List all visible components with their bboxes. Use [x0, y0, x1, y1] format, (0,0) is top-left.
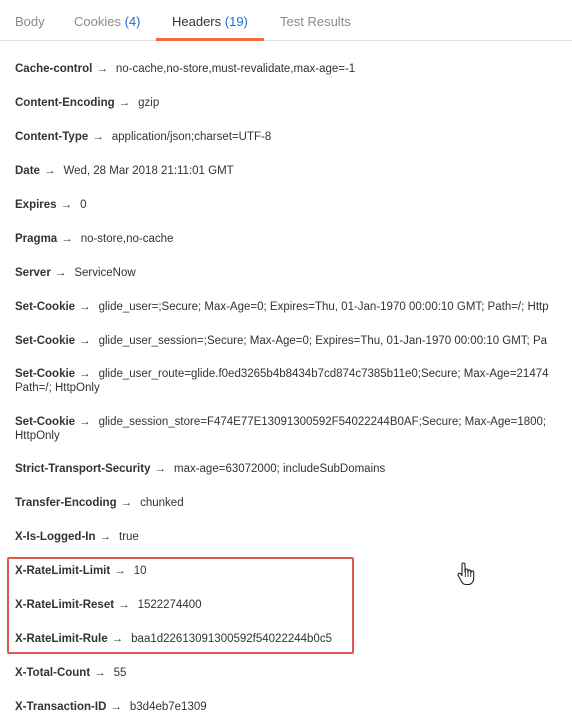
arrow-icon: → [154, 463, 166, 475]
arrow-icon: → [92, 131, 104, 143]
header-key: Expires [15, 199, 57, 211]
hand-pointer-icon [456, 562, 476, 586]
header-value-continued: HttpOnly [15, 430, 60, 442]
header-key: X-Total-Count [15, 667, 91, 679]
header-row: Date → Wed, 28 Mar 2018 21:11:01 GMT [15, 164, 572, 178]
header-value: 0 [80, 199, 87, 211]
tab-label: Body [15, 14, 45, 29]
response-tab-bar: Body Cookies (4) Headers (19) Test Resul… [0, 0, 572, 41]
arrow-icon: → [110, 701, 122, 713]
header-value: 55 [113, 667, 127, 679]
header-value: glide_user_session=;Secure; Max-Age=0; E… [98, 335, 548, 347]
header-value: glide_user=;Secure; Max-Age=0; Expires=T… [98, 301, 549, 313]
header-key: Server [15, 267, 51, 279]
header-key: Transfer-Encoding [15, 497, 117, 509]
header-row: Set-Cookie → glide_user_route=glide.f0ed32… [15, 367, 572, 395]
header-key: Pragma [15, 233, 58, 245]
header-key: Strict-Transport-Security [15, 463, 151, 475]
header-key: X-Is-Logged-In [15, 531, 96, 543]
header-key: Date [15, 165, 40, 177]
arrow-icon: → [79, 416, 91, 428]
header-value-continued: Path=/; HttpOnly [15, 382, 100, 394]
arrow-icon: → [118, 97, 131, 109]
rate-limit-highlight-box [7, 557, 354, 654]
tab-count-badge: (4) [124, 14, 141, 29]
header-row: Set-Cookie → glide_user=;Secure; Max-Age=0… [15, 300, 572, 314]
arrow-icon: → [79, 301, 91, 313]
tab-count-badge: (19) [224, 14, 248, 29]
header-row: Set-Cookie → glide_session_store=F474E77E1… [15, 415, 572, 443]
arrow-icon: → [54, 267, 67, 279]
header-row: Content-Type → application/json;charset=UT… [15, 130, 572, 144]
header-value: application/json;charset=UTF-8 [111, 131, 272, 143]
header-row: Set-Cookie → glide_user_session=;Secure; M… [15, 334, 572, 348]
tab-label: Cookies [74, 14, 121, 29]
header-value: glide_session_store=F474E77E13091300592F… [98, 416, 547, 428]
header-value: no-store,no-cache [80, 233, 174, 245]
header-key: Set-Cookie [15, 335, 76, 347]
header-key: Cache-control [15, 63, 93, 75]
arrow-icon: → [99, 531, 112, 543]
tab-cookies[interactable]: Cookies (4) [74, 0, 140, 40]
arrow-icon: → [79, 335, 91, 347]
arrow-icon: → [43, 165, 56, 177]
header-row: Strict-Transport-Security → max-age=630720… [15, 462, 572, 476]
tab-headers[interactable]: Headers (19) [156, 0, 264, 41]
header-value: true [119, 531, 139, 543]
header-key: Set-Cookie [15, 301, 76, 313]
header-value: b3d4eb7e1309 [129, 701, 207, 713]
header-key: X-Transaction-ID [15, 701, 107, 713]
header-row: X-Is-Logged-In → true [15, 530, 572, 544]
header-key: Content-Type [15, 131, 89, 143]
tab-test-results[interactable]: Test Results [280, 0, 351, 40]
header-value: gzip [138, 97, 160, 109]
arrow-icon: → [120, 497, 133, 509]
header-row: X-Total-Count → 55 [15, 666, 572, 680]
header-row: Transfer-Encoding → chunked [15, 496, 572, 510]
header-value: ServiceNow [74, 267, 136, 279]
header-value: chunked [140, 497, 184, 509]
header-key: Set-Cookie [15, 368, 76, 380]
header-value: Wed, 28 Mar 2018 21:11:01 GMT [63, 165, 234, 177]
tab-body[interactable]: Body [15, 0, 45, 40]
arrow-icon: → [79, 368, 91, 380]
arrow-icon: → [61, 233, 73, 245]
arrow-icon: → [96, 63, 108, 75]
tab-label: Test Results [280, 14, 351, 29]
arrow-icon: → [60, 199, 73, 211]
tab-label: Headers [172, 14, 222, 29]
header-value: no-cache,no-store,must-revalidate,max-ag… [115, 63, 356, 75]
arrow-icon: → [94, 667, 106, 679]
header-key: Content-Encoding [15, 97, 115, 109]
header-value: max-age=63072000; includeSubDomains [173, 463, 386, 475]
header-row: Server → ServiceNow [15, 266, 572, 280]
header-row: Expires → 0 [15, 198, 572, 212]
header-row: Cache-control → no-cache,no-store,must-rev… [15, 62, 572, 76]
header-row: X-Transaction-ID → b3d4eb7e1309 [15, 700, 572, 714]
header-row: Content-Encoding → gzip [15, 96, 572, 110]
header-value: glide_user_route=glide.f0ed3265b4b8434b7… [98, 368, 549, 380]
header-row: Pragma → no-store,no-cache [15, 232, 572, 246]
header-key: Set-Cookie [15, 416, 76, 428]
